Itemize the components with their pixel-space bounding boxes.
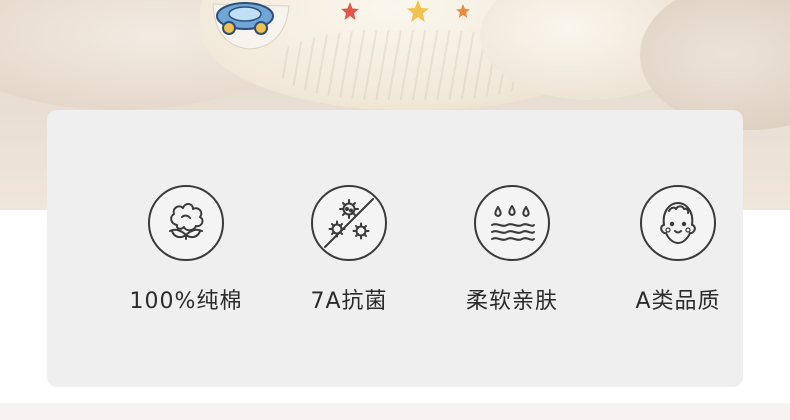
feature-label: 7A抗菌 xyxy=(310,289,388,314)
feature-cotton: 100%纯棉 xyxy=(108,185,268,335)
feature-quality: A类品质 xyxy=(600,185,760,335)
star-icon xyxy=(407,0,429,22)
cotton-icon xyxy=(148,185,224,261)
feature-label: 柔软亲肤 xyxy=(465,289,558,314)
star-icon xyxy=(456,4,470,18)
water-drops-icon xyxy=(474,185,550,261)
footer-strip xyxy=(0,403,790,420)
star-icon xyxy=(341,2,359,20)
feature-card: 100%纯棉 7A抗菌 柔软亲肤 A类品质 xyxy=(47,110,743,387)
antibacterial-icon xyxy=(311,185,387,261)
feature-antibacterial: 7A抗菌 xyxy=(271,185,431,335)
car-patch-icon xyxy=(212,2,290,50)
baby-face-icon xyxy=(640,185,716,261)
feature-label: A类品质 xyxy=(635,289,721,314)
feature-soft: 柔软亲肤 xyxy=(434,185,594,335)
feature-label: 100%纯棉 xyxy=(129,289,243,314)
